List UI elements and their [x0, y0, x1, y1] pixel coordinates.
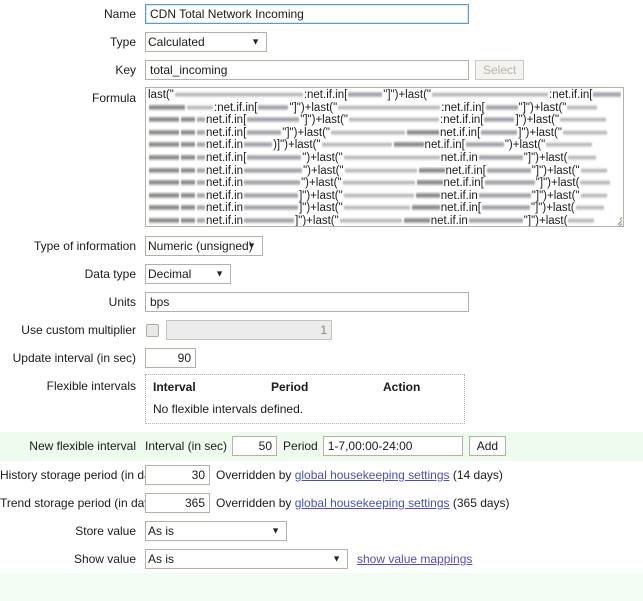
custom-multiplier-checkbox[interactable] [146, 323, 159, 337]
show-value-select-wrapper: As is ▼ [145, 549, 348, 569]
new-interval-period-input[interactable] [322, 436, 463, 456]
show-value-select[interactable]: As is [145, 549, 348, 569]
form-row-units: Units [0, 288, 643, 316]
label-custom-multiplier: Use custom multiplier [21, 323, 136, 337]
update-interval-input[interactable] [145, 348, 196, 368]
key-input[interactable] [145, 60, 469, 80]
form-row-trend-storage: Trend storage period (in days) Overridde… [0, 489, 643, 517]
show-value-mappings-link[interactable]: show value mappings [357, 552, 472, 566]
type-of-information-select[interactable]: Numeric (unsigned) [145, 236, 263, 256]
label-new-flexible-interval: New flexible interval [29, 439, 136, 453]
label-type: Type [109, 35, 136, 49]
form-row-type: Type Calculated ▼ [0, 28, 643, 56]
form-row-type-of-information: Type of information Numeric (unsigned) ▼ [0, 232, 643, 260]
store-value-select[interactable]: As is [145, 521, 287, 541]
form-row-custom-multiplier: Use custom multiplier [0, 316, 643, 344]
history-hint-suffix: (14 days) [452, 468, 503, 482]
trend-storage-input[interactable] [145, 493, 210, 513]
name-input[interactable] [145, 4, 469, 24]
label-flexible-intervals: Flexible intervals [46, 379, 136, 393]
trend-hint-suffix: (365 days) [452, 496, 510, 510]
column-header-action: Action [383, 380, 421, 394]
item-configuration-form: Name Type Calculated ▼ Key Select Formul… [0, 0, 643, 601]
formula-content: last(":net.if.in["]")+last(":net.if.in[]… [146, 88, 623, 226]
custom-multiplier-input[interactable] [166, 320, 332, 340]
history-storage-input[interactable] [145, 465, 210, 485]
data-type-select-wrapper: Decimal ▼ [145, 264, 231, 284]
form-row-history-storage: History storage period (in days) Overrid… [0, 461, 643, 489]
add-flexible-interval-button[interactable]: Add [468, 436, 507, 456]
label-name: Name [103, 7, 136, 21]
form-row-flexible-intervals: Flexible intervals Interval Period Actio… [0, 372, 643, 432]
form-row-data-type: Data type Decimal ▼ [0, 260, 643, 288]
store-value-select-wrapper: As is ▼ [145, 521, 287, 541]
flexible-intervals-header: Interval Period Action [153, 380, 457, 402]
form-row-store-value: Store value As is ▼ [0, 517, 643, 545]
flexible-intervals-table: Interval Period Action No flexible inter… [145, 374, 465, 424]
form-row-name: Name [0, 0, 643, 28]
label-history-storage: History storage period (in days) [0, 468, 167, 482]
select-key-button[interactable]: Select [475, 60, 525, 80]
label-trend-storage: Trend storage period (in days) [0, 496, 161, 510]
history-hint-prefix: Overridden by [216, 468, 292, 482]
form-bottom-band [0, 573, 643, 601]
type-select[interactable]: Calculated [145, 32, 267, 52]
label-new-interval-seconds: Interval (in sec) [145, 439, 228, 453]
history-housekeeping-link[interactable]: global housekeeping settings [295, 468, 450, 482]
label-formula: Formula [91, 91, 136, 105]
label-key: Key [115, 63, 136, 77]
label-store-value: Store value [75, 524, 136, 538]
trend-storage-hint: Overridden by global housekeeping settin… [210, 496, 510, 510]
label-new-interval-period: Period [283, 439, 318, 453]
trend-housekeeping-link[interactable]: global housekeeping settings [295, 496, 450, 510]
flexible-intervals-empty-text: No flexible intervals defined. [153, 402, 304, 416]
form-row-new-flexible-interval: New flexible interval Interval (in sec) … [0, 432, 643, 461]
new-interval-input[interactable] [232, 436, 278, 456]
label-update-interval: Update interval (in sec) [12, 351, 136, 365]
label-data-type: Data type [84, 267, 136, 281]
form-row-key: Key Select [0, 56, 643, 84]
form-row-update-interval: Update interval (in sec) [0, 344, 643, 372]
column-header-interval: Interval [153, 380, 196, 394]
label-type-of-information: Type of information [33, 239, 136, 253]
formula-textarea[interactable]: last(":net.if.in["]")+last(":net.if.in[]… [145, 87, 624, 227]
trend-hint-prefix: Overridden by [216, 496, 292, 510]
units-input[interactable] [145, 292, 469, 312]
form-row-show-value: Show value As is ▼ show value mappings [0, 545, 643, 573]
label-units: Units [108, 295, 136, 309]
history-storage-hint: Overridden by global housekeeping settin… [210, 468, 503, 482]
form-row-formula: Formula last(":net.if.in["]")+last(":net… [0, 84, 643, 232]
column-header-period: Period [271, 380, 309, 394]
type-select-wrapper: Calculated ▼ [145, 32, 267, 52]
type-of-information-select-wrapper: Numeric (unsigned) ▼ [145, 236, 263, 256]
data-type-select[interactable]: Decimal [145, 264, 231, 284]
label-show-value: Show value [73, 552, 136, 566]
